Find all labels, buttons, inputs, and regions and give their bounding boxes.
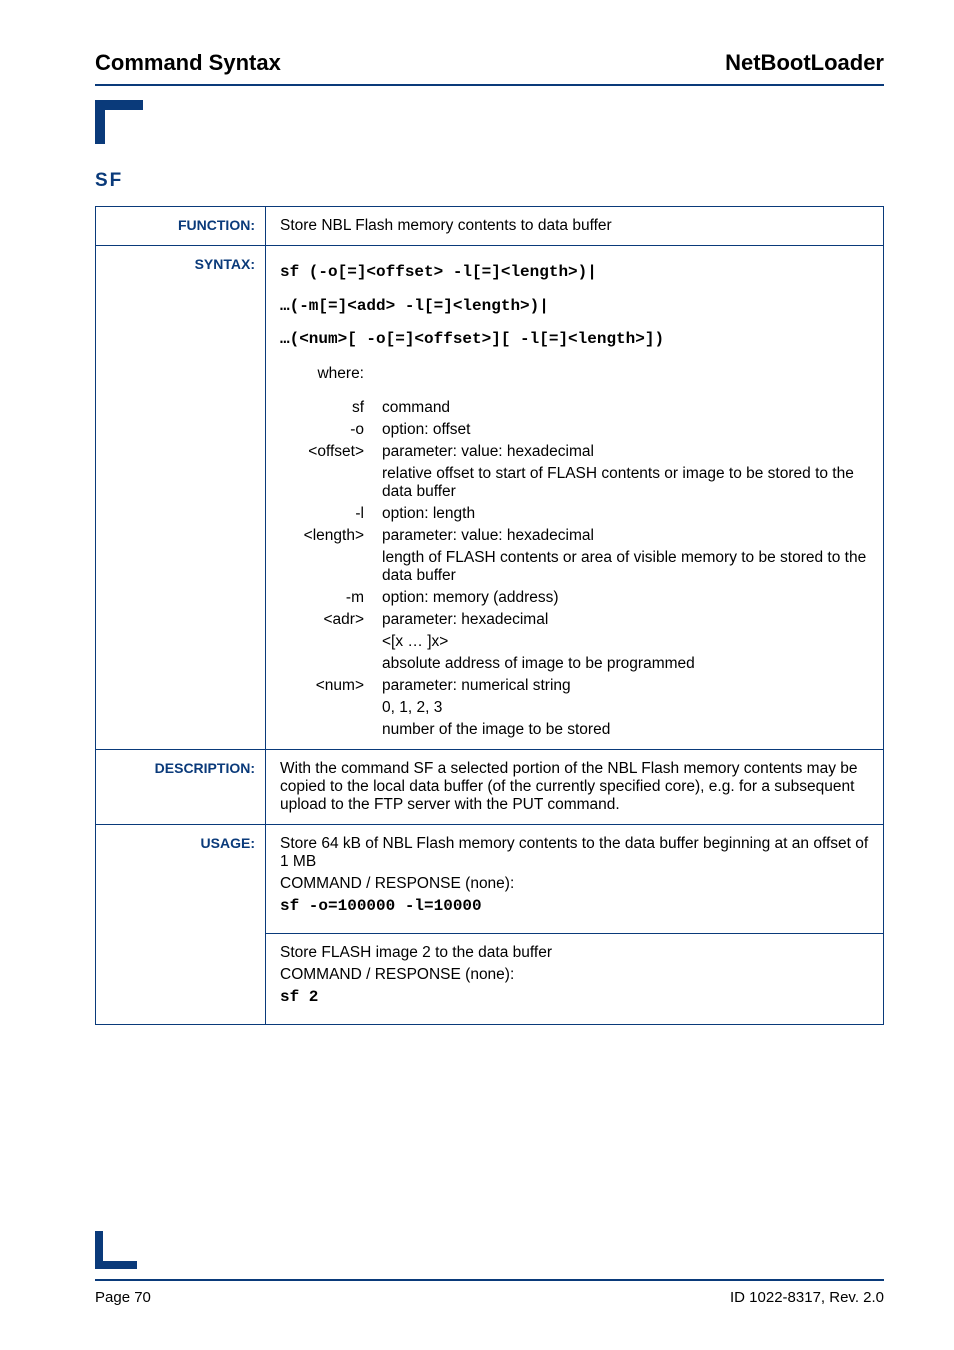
usage1-cmdresp: COMMAND / RESPONSE (none):	[280, 875, 869, 893]
footer-corner-icon	[95, 1231, 137, 1269]
where-value: option: length	[382, 505, 869, 523]
command-title: SF	[95, 170, 884, 192]
where-key: -l	[280, 505, 364, 523]
where-value: relative offset to start of FLASH conten…	[382, 465, 869, 501]
label-description: DESCRIPTION:	[96, 749, 266, 824]
usage-cell-2: Store FLASH image 2 to the data buffer C…	[266, 933, 884, 1024]
where-value: <[x … ]x>	[382, 633, 869, 651]
syntax-line-2: …(-m[=]<add> -l[=]<length>)|	[280, 290, 869, 324]
where-value: option: memory (address)	[382, 589, 869, 607]
where-key: -o	[280, 421, 364, 439]
where-key	[280, 699, 364, 717]
usage-cell-1: Store 64 kB of NBL Flash memory contents…	[266, 824, 884, 933]
command-table: FUNCTION: Store NBL Flash memory content…	[95, 206, 884, 1025]
where-value: length of FLASH contents or area of visi…	[382, 549, 869, 585]
where-value: parameter: hexadecimal	[382, 611, 869, 629]
where-key: <adr>	[280, 611, 364, 629]
where-value: parameter: value: hexadecimal	[382, 527, 869, 545]
label-usage: USAGE:	[96, 824, 266, 1024]
syntax-cell: sf (-o[=]<offset> -l[=]<length>)| …(-m[=…	[266, 246, 884, 750]
syntax-line-1: sf (-o[=]<offset> -l[=]<length>)|	[280, 256, 869, 290]
where-value: parameter: numerical string	[382, 677, 869, 695]
where-value: parameter: value: hexadecimal	[382, 443, 869, 461]
function-cell: Store NBL Flash memory contents to data …	[266, 207, 884, 246]
where-key	[280, 633, 364, 651]
where-value: 0, 1, 2, 3	[382, 699, 869, 717]
footer-rule	[95, 1279, 884, 1281]
footer-left: Page 70	[95, 1289, 151, 1306]
page-footer: Page 70 ID 1022-8317, Rev. 2.0	[95, 1231, 884, 1306]
page-header: Command Syntax NetBootLoader	[95, 50, 884, 82]
where-value: absolute address of image to be programm…	[382, 655, 869, 673]
where-key: sf	[280, 399, 364, 417]
where-key: <length>	[280, 527, 364, 545]
header-left: Command Syntax	[95, 50, 281, 76]
where-key	[280, 549, 364, 585]
where-key	[280, 721, 364, 739]
usage1-cmd: sf -o=100000 -l=10000	[280, 897, 869, 915]
where-key	[280, 655, 364, 673]
footer-right: ID 1022-8317, Rev. 2.0	[730, 1289, 884, 1306]
header-right: NetBootLoader	[725, 50, 884, 76]
usage2-cmdresp: COMMAND / RESPONSE (none):	[280, 966, 869, 984]
usage2-cmd: sf 2	[280, 988, 869, 1006]
where-value: option: offset	[382, 421, 869, 439]
function-text: Store NBL Flash memory contents to data …	[280, 217, 612, 234]
where-value: number of the image to be stored	[382, 721, 869, 739]
where-value: command	[382, 399, 869, 417]
syntax-line-3: …(<num>[ -o[=]<offset>][ -l[=]<length>])	[280, 323, 869, 357]
label-syntax: SYNTAX:	[96, 246, 266, 750]
where-key: <offset>	[280, 443, 364, 461]
header-rule	[95, 84, 884, 86]
where-key	[280, 465, 364, 501]
where-grid: sf command -o option: offset <offset> paramet…	[280, 399, 869, 739]
brand-corner-icon	[95, 100, 143, 144]
where-label: where:	[280, 365, 364, 383]
where-key: -m	[280, 589, 364, 607]
usage2-intro: Store FLASH image 2 to the data buffer	[280, 944, 869, 962]
label-function: FUNCTION:	[96, 207, 266, 246]
usage1-intro: Store 64 kB of NBL Flash memory contents…	[280, 835, 869, 871]
description-text: With the command SF a selected portion o…	[280, 760, 858, 813]
description-cell: With the command SF a selected portion o…	[266, 749, 884, 824]
where-key: <num>	[280, 677, 364, 695]
